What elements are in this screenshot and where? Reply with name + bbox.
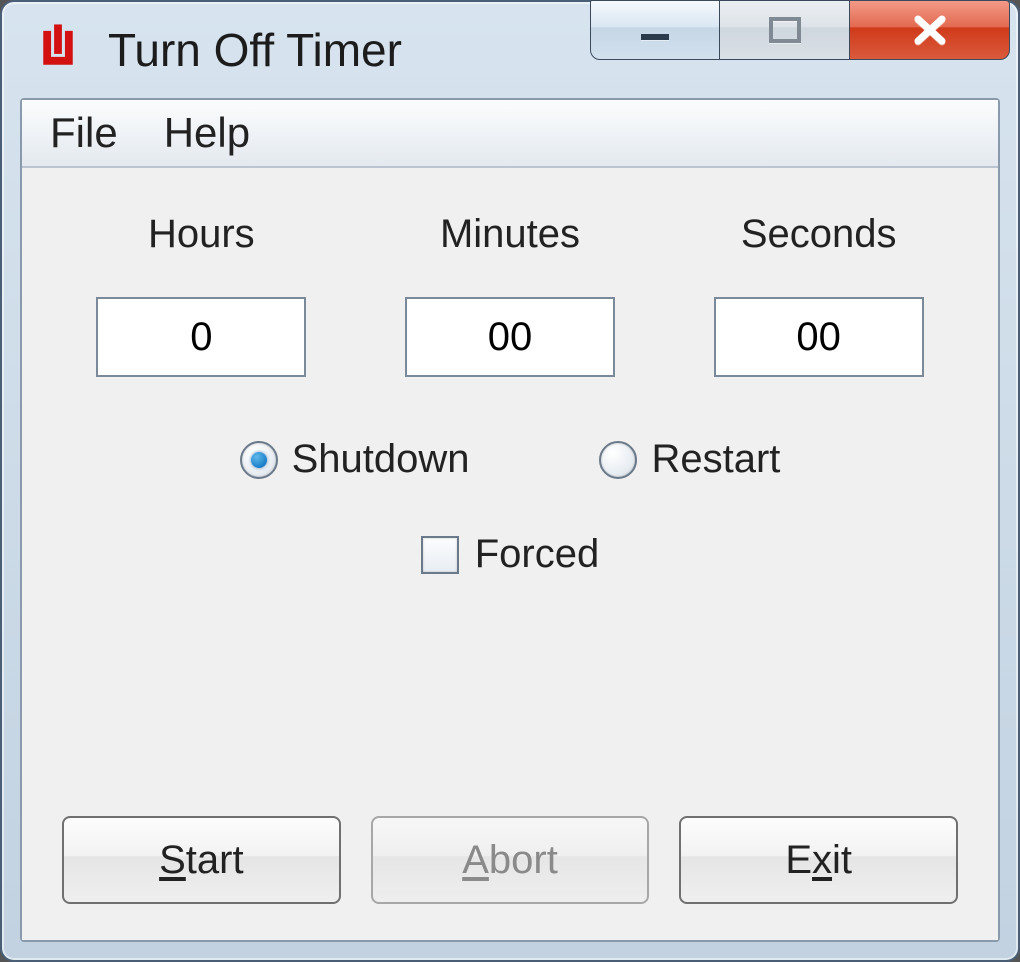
seconds-label: Seconds <box>741 212 897 257</box>
client-area: File Help Hours Minutes Seconds <box>20 98 1000 942</box>
hours-input[interactable] <box>96 297 306 377</box>
button-row: Start Abort Exit <box>62 816 958 904</box>
forced-checkbox[interactable] <box>421 536 459 574</box>
shutdown-radio[interactable]: Shutdown <box>240 437 470 482</box>
seconds-input[interactable] <box>714 297 924 377</box>
abort-button[interactable]: Abort <box>371 816 650 904</box>
hours-label: Hours <box>148 212 255 257</box>
minutes-input[interactable] <box>405 297 615 377</box>
menubar: File Help <box>22 100 998 168</box>
titlebar[interactable]: Turn Off Timer <box>2 2 1018 98</box>
close-icon <box>908 13 952 47</box>
shutdown-label: Shutdown <box>292 437 470 482</box>
maximize-button[interactable] <box>720 0 850 60</box>
timer-row: Hours Minutes Seconds <box>62 212 958 377</box>
forced-label: Forced <box>475 532 600 577</box>
window-title: Turn Off Timer <box>108 23 402 77</box>
power-icon <box>30 22 86 78</box>
radio-icon <box>240 441 278 479</box>
close-button[interactable] <box>850 0 1010 60</box>
forced-row[interactable]: Forced <box>62 532 958 577</box>
window-frame: Turn Off Timer File Help Hours <box>0 0 1020 962</box>
exit-button[interactable]: Exit <box>679 816 958 904</box>
minutes-label: Minutes <box>440 212 580 257</box>
window-controls <box>590 0 1010 60</box>
maximize-icon <box>765 15 805 45</box>
menu-help[interactable]: Help <box>150 105 264 161</box>
minimize-button[interactable] <box>590 0 720 60</box>
mode-row: Shutdown Restart <box>62 437 958 482</box>
seconds-column: Seconds <box>679 212 958 377</box>
minutes-column: Minutes <box>371 212 650 377</box>
minimize-icon <box>635 16 675 44</box>
menu-file[interactable]: File <box>36 105 132 161</box>
restart-label: Restart <box>651 437 780 482</box>
start-button[interactable]: Start <box>62 816 341 904</box>
content-panel: Hours Minutes Seconds Shutdown <box>22 168 998 940</box>
hours-column: Hours <box>62 212 341 377</box>
radio-icon <box>599 441 637 479</box>
restart-radio[interactable]: Restart <box>599 437 780 482</box>
